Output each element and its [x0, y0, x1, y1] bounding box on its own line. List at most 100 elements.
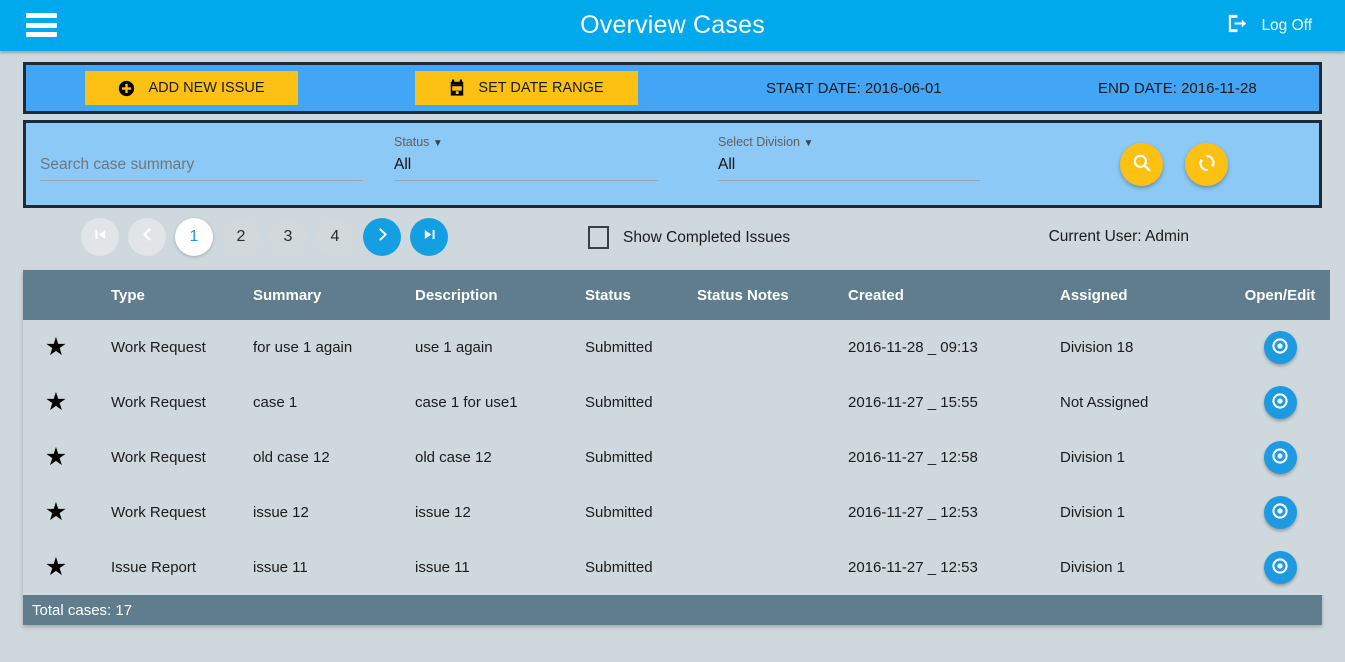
pagination-page-4[interactable]: 4	[316, 218, 354, 256]
search-input-placeholder: Search case summary	[40, 156, 195, 173]
checkbox-box-icon	[588, 226, 609, 249]
open-edit-button[interactable]	[1263, 331, 1297, 364]
favorite-star-icon[interactable]: ★	[23, 320, 89, 375]
table-row[interactable]: ★ Work Request old case 12 old case 12 Submi…	[23, 430, 1330, 485]
column-header-assigned[interactable]: Assigned	[1058, 270, 1230, 320]
cell-status: Submitted	[583, 320, 695, 375]
last-page-icon	[422, 227, 437, 247]
column-header-status[interactable]: Status	[583, 270, 695, 320]
division-select-label: Select Division ▼	[718, 135, 980, 149]
add-new-issue-label: ADD NEW ISSUE	[148, 80, 265, 96]
column-header-description[interactable]: Description	[413, 270, 583, 320]
pagination-page-2[interactable]: 2	[222, 218, 260, 256]
calendar-icon	[449, 79, 465, 97]
table-row[interactable]: ★ Work Request case 1 case 1 for use1 Submit…	[23, 375, 1330, 430]
column-header-favorite[interactable]	[23, 270, 89, 320]
eye-icon	[1271, 392, 1289, 413]
hamburger-bar	[26, 22, 57, 28]
open-edit-cell	[1230, 485, 1330, 540]
cell-created: 2016-11-27 _ 12:58	[846, 430, 1058, 485]
cell-assigned: Division 18	[1058, 320, 1230, 375]
pagination-first-button[interactable]	[81, 218, 119, 256]
cell-summary: case 1	[251, 375, 413, 430]
log-off-button[interactable]: Log Off	[1225, 0, 1312, 51]
cell-status: Submitted	[583, 375, 695, 430]
cell-type: Work Request	[89, 430, 251, 485]
cell-summary: issue 11	[251, 540, 413, 595]
favorite-star-icon[interactable]: ★	[23, 540, 89, 595]
column-header-type[interactable]: Type	[89, 270, 251, 320]
cell-status_notes	[695, 540, 846, 595]
column-header-summary[interactable]: Summary	[251, 270, 413, 320]
cases-table: Type Summary Description Status Status N…	[23, 270, 1330, 595]
show-completed-issues-label: Show Completed Issues	[623, 228, 791, 246]
cell-summary: for use 1 again	[251, 320, 413, 375]
cell-created: 2016-11-27 _ 15:55	[846, 375, 1058, 430]
chevron-down-icon: ▼	[432, 138, 443, 149]
cell-description: case 1 for use1	[413, 375, 583, 430]
open-edit-button[interactable]	[1263, 441, 1297, 474]
cell-status_notes	[695, 320, 846, 375]
refresh-icon	[1196, 152, 1218, 177]
favorite-star-icon[interactable]: ★	[23, 485, 89, 540]
hamburger-bar	[26, 13, 57, 18]
division-label-text: Select Division	[718, 135, 800, 149]
cell-status_notes	[695, 430, 846, 485]
column-header-status-notes[interactable]: Status Notes	[695, 270, 846, 320]
pagination-page-1[interactable]: 1	[175, 218, 213, 256]
search-button[interactable]	[1120, 143, 1163, 186]
cell-description: use 1 again	[413, 320, 583, 375]
set-date-range-label: SET DATE RANGE	[478, 80, 604, 96]
open-edit-button[interactable]	[1263, 386, 1297, 419]
status-select-label: Status ▼	[394, 135, 658, 149]
division-select[interactable]: Select Division ▼ All	[718, 135, 980, 181]
pagination-prev-button[interactable]	[128, 218, 166, 256]
table-row[interactable]: ★ Issue Report issue 11 issue 11 Submitted 20…	[23, 540, 1330, 595]
current-user-label: Current User: Admin	[1048, 228, 1189, 245]
plus-circle-icon	[118, 80, 135, 97]
chevron-right-icon	[375, 227, 390, 247]
total-cases-label: Total cases: 17	[23, 595, 1322, 625]
pagination: 1 2 3 4	[81, 218, 448, 256]
division-select-value: All	[718, 156, 736, 173]
column-header-open-edit[interactable]: Open/Edit	[1230, 270, 1330, 320]
log-off-label: Log Off	[1261, 16, 1312, 34]
hamburger-bar	[26, 32, 57, 37]
pagination-row: 1 2 3 4 Show Completed Issues Current Us…	[23, 208, 1322, 270]
cell-type: Work Request	[89, 320, 251, 375]
star-glyph: ★	[44, 333, 68, 361]
favorite-star-icon[interactable]: ★	[23, 430, 89, 485]
cell-description: old case 12	[413, 430, 583, 485]
end-date-label: END DATE: 2016-11-28	[1098, 79, 1257, 97]
cell-description: issue 12	[413, 485, 583, 540]
pagination-next-button[interactable]	[363, 218, 401, 256]
open-edit-button[interactable]	[1263, 496, 1297, 529]
status-select[interactable]: Status ▼ All	[394, 135, 658, 181]
open-edit-cell	[1230, 430, 1330, 485]
add-new-issue-button[interactable]: ADD NEW ISSUE	[85, 71, 298, 105]
refresh-button[interactable]	[1185, 143, 1228, 186]
favorite-star-icon[interactable]: ★	[23, 375, 89, 430]
action-toolbar: ADD NEW ISSUE SET DATE RANGE START DATE:…	[23, 62, 1322, 114]
search-input[interactable]: Search case summary	[40, 156, 362, 181]
start-date-label: START DATE: 2016-06-01	[766, 79, 942, 97]
eye-icon	[1271, 337, 1289, 358]
set-date-range-button[interactable]: SET DATE RANGE	[415, 71, 638, 105]
eye-icon	[1271, 447, 1289, 468]
cell-assigned: Division 1	[1058, 540, 1230, 595]
cell-created: 2016-11-27 _ 12:53	[846, 485, 1058, 540]
cell-status_notes	[695, 485, 846, 540]
show-completed-issues-checkbox[interactable]: Show Completed Issues	[588, 226, 790, 249]
status-select-value: All	[394, 156, 412, 173]
table-row[interactable]: ★ Work Request for use 1 again use 1 again S…	[23, 320, 1330, 375]
pagination-last-button[interactable]	[410, 218, 448, 256]
star-glyph: ★	[44, 388, 68, 416]
hamburger-menu-icon[interactable]	[26, 13, 57, 37]
cell-status: Submitted	[583, 485, 695, 540]
open-edit-button[interactable]	[1263, 551, 1297, 584]
star-glyph: ★	[44, 553, 68, 581]
table-row[interactable]: ★ Work Request issue 12 issue 12 Submitted 20…	[23, 485, 1330, 540]
column-header-created[interactable]: Created	[846, 270, 1058, 320]
eye-icon	[1271, 502, 1289, 523]
pagination-page-3[interactable]: 3	[269, 218, 307, 256]
